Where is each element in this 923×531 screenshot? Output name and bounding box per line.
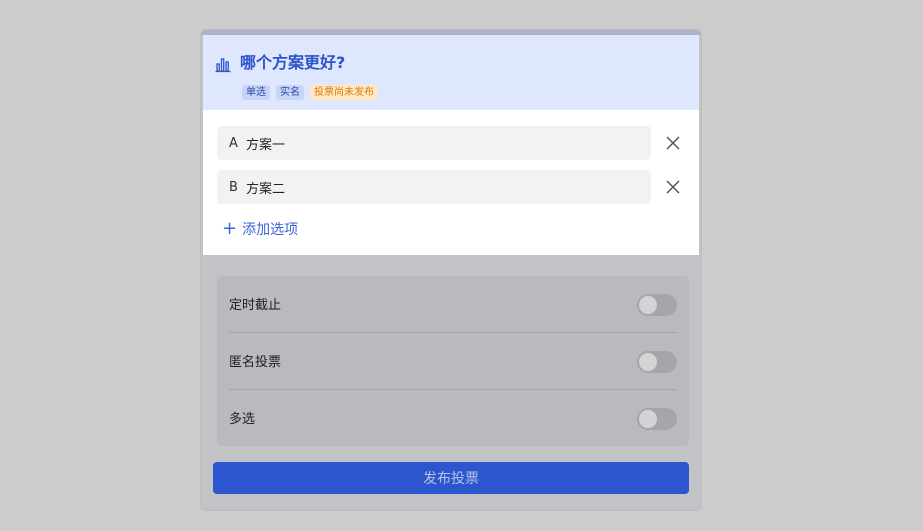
status-badge: 投票尚未发布 bbox=[310, 85, 378, 100]
option-text: 方案一 bbox=[246, 137, 286, 153]
close-icon[interactable] bbox=[665, 135, 681, 151]
setting-row-anonymous: 匿名投票 bbox=[229, 333, 677, 389]
settings-panel: 定时截止 匿名投票 多选 bbox=[217, 276, 689, 446]
toggle-knob bbox=[639, 353, 657, 371]
option-text: 方案二 bbox=[246, 181, 286, 197]
plus-icon: + bbox=[222, 218, 238, 239]
add-option-button[interactable]: + 添加选项 bbox=[222, 219, 298, 239]
poll-title: 哪个方案更好? bbox=[240, 53, 346, 72]
option-row-b[interactable]: B 方案二 bbox=[217, 170, 651, 204]
toggle-knob bbox=[639, 410, 657, 428]
poll-header: 哪个方案更好? 单选 实名 投票尚未发布 bbox=[203, 35, 699, 110]
close-icon[interactable] bbox=[665, 179, 681, 195]
anonymous-toggle[interactable] bbox=[637, 351, 677, 373]
option-letter: B bbox=[229, 179, 238, 195]
deadline-toggle[interactable] bbox=[637, 294, 677, 316]
option-row-a[interactable]: A 方案一 bbox=[217, 126, 651, 160]
setting-label: 匿名投票 bbox=[229, 355, 282, 370]
poll-card: 哪个方案更好? 单选 实名 投票尚未发布 A 方案一 B 方案二 + 添加选项 bbox=[200, 29, 702, 511]
toggle-knob bbox=[639, 296, 657, 314]
named-tag: 实名 bbox=[276, 85, 304, 100]
setting-row-deadline: 定时截止 bbox=[229, 276, 677, 332]
multiple-choice-toggle[interactable] bbox=[637, 408, 677, 430]
setting-label: 多选 bbox=[229, 412, 256, 427]
publish-button[interactable]: 发布投票 bbox=[213, 462, 689, 494]
add-option-label: 添加选项 bbox=[242, 222, 299, 238]
single-choice-tag: 单选 bbox=[242, 85, 270, 100]
option-letter: A bbox=[229, 135, 238, 151]
setting-row-multiple: 多选 bbox=[229, 390, 677, 446]
poll-tags: 单选 实名 投票尚未发布 bbox=[242, 85, 378, 100]
setting-label: 定时截止 bbox=[229, 298, 282, 313]
options-panel: A 方案一 B 方案二 + 添加选项 bbox=[203, 110, 699, 255]
bar-chart-icon bbox=[215, 58, 231, 73]
